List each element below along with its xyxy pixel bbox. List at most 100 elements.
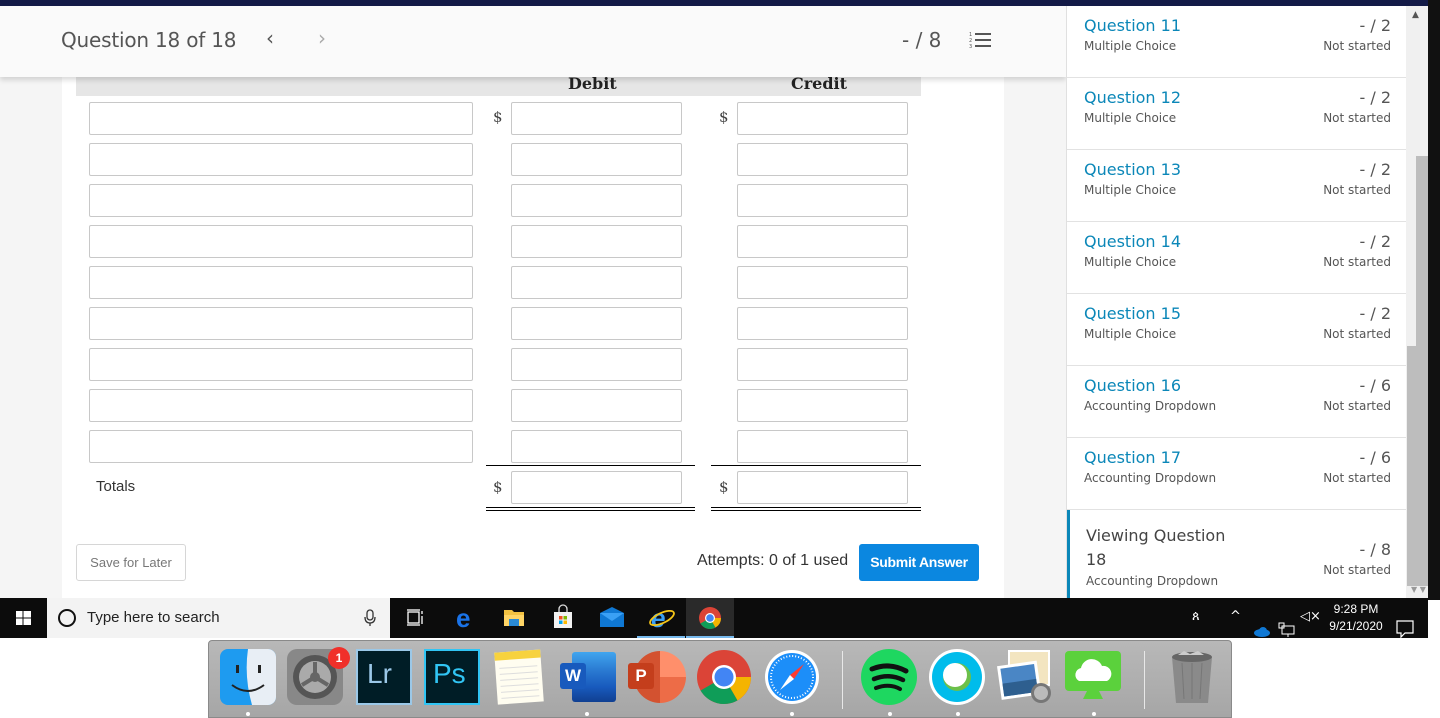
- question-title: Question 17: [1084, 448, 1182, 467]
- debit-total-dollar: $: [493, 478, 503, 496]
- page-scrollbar-thumb[interactable]: [1416, 156, 1428, 586]
- question-type: Accounting Dropdown: [1084, 471, 1217, 485]
- sidebar-item-question[interactable]: Question 11 Multiple Choice - / 2 Not start…: [1067, 6, 1406, 78]
- system-clock[interactable]: 9:28 PM 9/21/2020: [1324, 601, 1388, 635]
- powerpoint-label: P: [628, 663, 654, 689]
- dock-separator-trash: [1144, 651, 1145, 709]
- mail-taskbar-button[interactable]: [588, 598, 636, 638]
- edge-taskbar-button[interactable]: e: [442, 598, 490, 638]
- debit-input[interactable]: [511, 307, 682, 340]
- question-title: Question 14: [1084, 232, 1182, 251]
- previous-question-button[interactable]: ‹: [258, 26, 282, 54]
- credit-input[interactable]: [737, 266, 908, 299]
- sidebar-item-current-question[interactable]: Viewing Question 18 Accounting Dropdown - …: [1067, 510, 1406, 598]
- credit-input[interactable]: [737, 143, 908, 176]
- credit-total-dollar: $: [719, 478, 729, 496]
- photoshop-icon[interactable]: Ps: [424, 649, 480, 705]
- account-input[interactable]: [89, 348, 473, 381]
- debit-input[interactable]: [511, 102, 682, 135]
- cloud-app-icon[interactable]: [1065, 649, 1121, 705]
- question-status: Not started: [1323, 471, 1391, 485]
- trash-icon[interactable]: [1164, 649, 1220, 705]
- question-header: Question 18 of 18 ‹ › - / 8 1 2 3: [0, 6, 1066, 77]
- scroll-down-arrow-icon[interactable]: ▼ ▼: [1411, 585, 1426, 594]
- sidebar-item-question[interactable]: Question 17 Accounting Dropdown - / 6 Not s…: [1067, 438, 1406, 510]
- chrome-icon: [699, 607, 721, 629]
- powerpoint-icon[interactable]: P: [628, 649, 686, 705]
- credit-total-input[interactable]: [737, 471, 908, 504]
- webex-icon[interactable]: [929, 649, 985, 705]
- credit-input[interactable]: [737, 430, 908, 463]
- submit-answer-button[interactable]: Submit Answer: [859, 544, 979, 581]
- sidebar-item-question[interactable]: Question 12 Multiple Choice - / 2 Not start…: [1067, 78, 1406, 150]
- file-explorer-taskbar-button[interactable]: [490, 598, 538, 638]
- credit-input[interactable]: [737, 225, 908, 258]
- question-type: Multiple Choice: [1084, 255, 1177, 269]
- sidebar-item-question[interactable]: Question 13 Multiple Choice - / 2 Not start…: [1067, 150, 1406, 222]
- question-status: Not started: [1323, 327, 1391, 341]
- account-input[interactable]: [89, 430, 473, 463]
- windows-start-button[interactable]: [0, 598, 47, 638]
- debit-input[interactable]: [511, 225, 682, 258]
- task-view-button[interactable]: [392, 598, 440, 638]
- windows-taskbar: Type here to search e e ጰ ^ ◁× 9:28 PM 9…: [0, 598, 1428, 639]
- credit-input[interactable]: [737, 102, 908, 135]
- account-input[interactable]: [89, 184, 473, 217]
- account-input[interactable]: [89, 389, 473, 422]
- cortana-icon: [58, 609, 76, 627]
- preview-icon[interactable]: [997, 649, 1053, 705]
- debit-input[interactable]: [511, 184, 682, 217]
- mail-icon: [600, 607, 624, 627]
- lightroom-icon[interactable]: Lr: [356, 649, 412, 705]
- folder-icon: [504, 610, 524, 626]
- notification-badge: 1: [328, 647, 350, 669]
- question-type: Accounting Dropdown: [1086, 574, 1219, 588]
- numbered-list-icon[interactable]: 1 2 3: [968, 30, 992, 52]
- internet-explorer-icon: e: [649, 603, 675, 633]
- account-input[interactable]: [89, 102, 473, 135]
- chrome-dock-icon[interactable]: [696, 649, 752, 705]
- credit-input[interactable]: [737, 184, 908, 217]
- save-for-later-button[interactable]: Save for Later: [76, 544, 186, 581]
- sidebar-item-question[interactable]: Question 15 Multiple Choice - / 2 Not start…: [1067, 294, 1406, 366]
- question-area: Question 18 of 18 ‹ › - / 8 1 2 3 Debit …: [0, 6, 1066, 598]
- store-taskbar-button[interactable]: [539, 598, 587, 638]
- spotify-icon[interactable]: [861, 649, 917, 705]
- account-input[interactable]: [89, 143, 473, 176]
- task-view-icon: [407, 609, 423, 626]
- safari-icon[interactable]: [764, 649, 820, 705]
- debit-total-input[interactable]: [511, 471, 682, 504]
- debit-input[interactable]: [511, 389, 682, 422]
- question-title: Viewing Question 18: [1086, 526, 1226, 569]
- question-status: Not started: [1323, 39, 1391, 53]
- question-title: Question 18 of 18: [61, 28, 237, 52]
- debit-input[interactable]: [511, 430, 682, 463]
- internet-explorer-taskbar-button[interactable]: e: [637, 598, 685, 638]
- scroll-up-arrow-icon[interactable]: ▲: [1412, 10, 1419, 20]
- sidebar-item-question[interactable]: Question 16 Accounting Dropdown - / 6 Not s…: [1067, 366, 1406, 438]
- word-icon[interactable]: W: [560, 649, 616, 705]
- microsoft-store-icon: [554, 604, 572, 628]
- finder-running-indicator: [246, 712, 250, 716]
- debit-input[interactable]: [511, 143, 682, 176]
- debit-input[interactable]: [511, 348, 682, 381]
- totals-label: Totals: [96, 478, 136, 495]
- sidebar-scrollbar[interactable]: ▲ ▼ ▼: [1406, 6, 1428, 598]
- taskbar-search-box[interactable]: Type here to search: [47, 598, 390, 638]
- next-question-button[interactable]: ›: [310, 26, 334, 54]
- microphone-icon[interactable]: [363, 608, 377, 628]
- chrome-taskbar-button[interactable]: [686, 598, 734, 638]
- credit-input[interactable]: [737, 307, 908, 340]
- question-type: Multiple Choice: [1084, 327, 1177, 341]
- webex-running-indicator: [956, 712, 960, 716]
- notes-icon[interactable]: [492, 649, 548, 705]
- sidebar-item-question[interactable]: Question 14 Multiple Choice - / 2 Not start…: [1067, 222, 1406, 294]
- credit-input[interactable]: [737, 348, 908, 381]
- account-input[interactable]: [89, 225, 473, 258]
- finder-icon[interactable]: [220, 649, 276, 705]
- debit-input[interactable]: [511, 266, 682, 299]
- mac-dock: 1 Lr Ps W P: [208, 640, 1232, 718]
- credit-input[interactable]: [737, 389, 908, 422]
- account-input[interactable]: [89, 266, 473, 299]
- account-input[interactable]: [89, 307, 473, 340]
